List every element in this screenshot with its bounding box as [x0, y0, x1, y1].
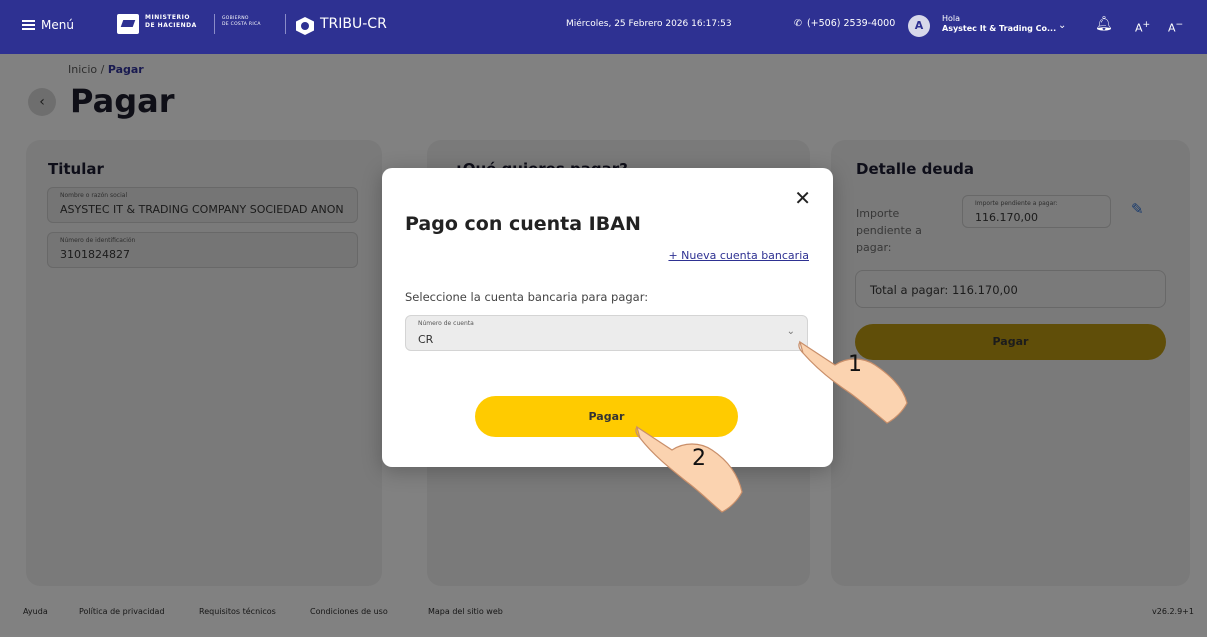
modal-instruction: Seleccione la cuenta bancaria para pagar… [405, 290, 649, 304]
brand-name: TRIBU-CR [320, 16, 387, 32]
new-bank-account-link[interactable]: + Nueva cuenta bancaria [668, 249, 809, 262]
account-number-select[interactable]: Número de cuenta CR ⌄ [405, 315, 808, 351]
avatar[interactable]: A [908, 15, 930, 37]
modal-title: Pago con cuenta IBAN [405, 213, 641, 235]
tribu-logo-icon [296, 17, 314, 35]
chevron-down-icon[interactable]: ⌄ [1058, 20, 1066, 31]
chevron-down-icon: ⌄ [786, 326, 795, 337]
phone-icon: ✆ [794, 18, 802, 29]
current-datetime: Miércoles, 25 Febrero 2026 16:17:53 [566, 19, 732, 29]
menu-label: Menú [41, 18, 74, 32]
step-2-label: 2 [692, 446, 706, 471]
close-icon[interactable]: ✕ [794, 186, 811, 210]
pointing-hand-icon [635, 425, 743, 513]
gobierno-logo-text: GOBIERNO DE COSTA RICA [222, 16, 261, 27]
font-increase-button[interactable]: A+ [1135, 19, 1150, 35]
user-greeting[interactable]: Hola Asystec It & Trading Co... [942, 14, 1056, 34]
iban-payment-modal: ✕ Pago con cuenta IBAN + Nueva cuenta ba… [382, 168, 833, 467]
pointing-hand-icon [798, 340, 908, 424]
phone-contact[interactable]: ✆ (+506) 2539-4000 [794, 18, 895, 29]
step-1-label: 1 [848, 352, 862, 377]
menu-button[interactable]: Menú [22, 18, 74, 32]
top-bar: Menú MINISTERIO DE HACIENDA GOBIERNO DE … [0, 0, 1207, 54]
ministerio-logo-text: MINISTERIO DE HACIENDA [145, 14, 197, 29]
hacienda-logo-icon [117, 14, 139, 34]
hamburger-icon [22, 20, 35, 30]
divider [214, 14, 215, 34]
bell-icon[interactable]: 🔔︎ [1095, 16, 1113, 32]
font-decrease-button[interactable]: A− [1168, 19, 1183, 35]
divider [285, 14, 286, 34]
